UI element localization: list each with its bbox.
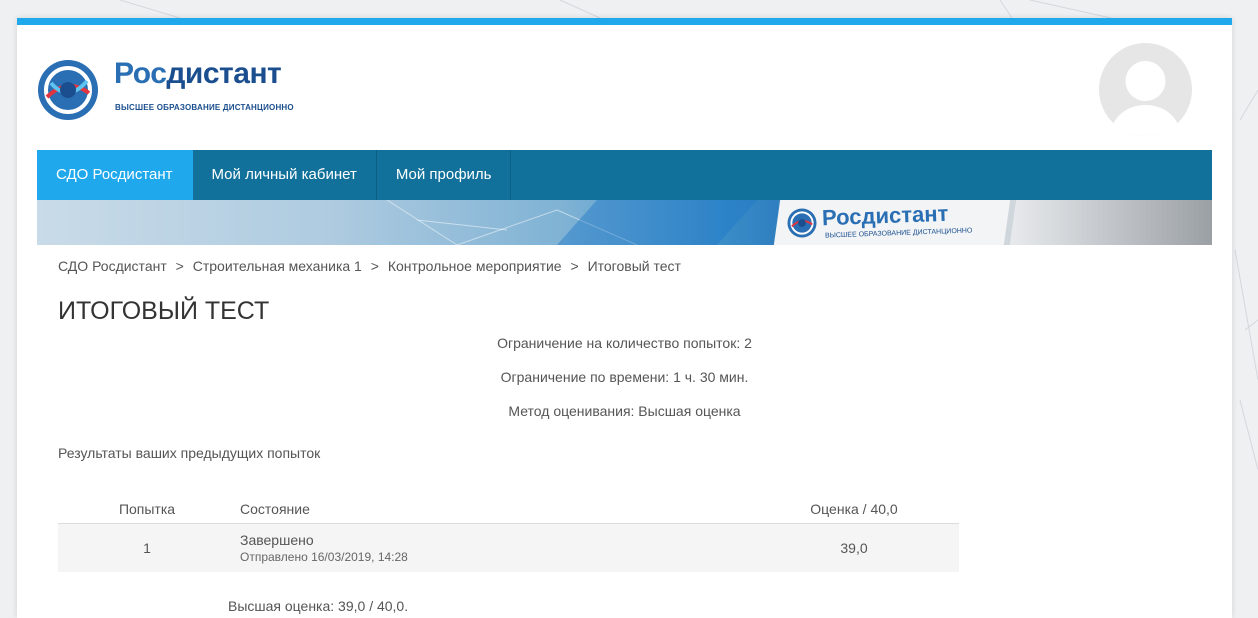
cell-grade: 39,0	[749, 523, 959, 572]
rosdistant-logo-icon	[38, 60, 98, 120]
breadcrumb-separator: >	[570, 258, 579, 274]
page-container: Росдистант высшее образование дистанцион…	[17, 18, 1232, 618]
breadcrumb-home[interactable]: СДО Росдистант	[58, 258, 167, 274]
breadcrumb-section[interactable]: Контрольное мероприятие	[388, 258, 562, 274]
table-header-row: Попытка Состояние Оценка / 40,0	[58, 495, 959, 524]
nav-item-home[interactable]: СДО Росдистант	[37, 150, 193, 200]
user-icon	[1111, 61, 1180, 136]
banner-logo-icon	[787, 208, 817, 238]
best-grade: Высшая оценка: 39,0 / 40,0.	[228, 598, 409, 614]
main-navbar: СДО Росдистант Мой личный кабинет Мой пр…	[37, 150, 1212, 200]
grading-method: Метод оценивания: Высшая оценка	[508, 403, 741, 419]
site-logo[interactable]: Росдистант высшее образование дистанцион…	[37, 55, 337, 125]
results-label: Результаты ваших предыдущих попыток	[58, 445, 321, 461]
attempts-limit: Ограничение на количество попыток: 2	[497, 335, 752, 351]
state-status: Завершено	[240, 532, 314, 548]
header-grade: Оценка / 40,0	[749, 495, 959, 524]
attempts-table: Попытка Состояние Оценка / 40,0 1 Заверш…	[58, 495, 959, 572]
cell-attempt: 1	[58, 523, 236, 572]
page-title: Итоговый тест	[58, 297, 270, 325]
nav-item-dashboard[interactable]: Мой личный кабинет	[193, 150, 377, 200]
nav-item-profile[interactable]: Мой профиль	[377, 150, 512, 200]
header-banner: Росдистант высшее образование дистанцион…	[37, 200, 1212, 245]
breadcrumb-current[interactable]: Итоговый тест	[588, 258, 681, 274]
banner-brand: Росдистант	[821, 200, 949, 231]
state-submitted: Отправлено 16/03/2019, 14:28	[240, 550, 408, 564]
breadcrumb-course[interactable]: Строительная механика 1	[193, 258, 362, 274]
breadcrumb-separator: >	[175, 258, 184, 274]
header-state: Состояние	[236, 495, 749, 524]
cell-state: Завершено Отправлено 16/03/2019, 14:28	[236, 523, 749, 572]
brand-name: Росдистант	[114, 57, 282, 90]
breadcrumb: СДО Росдистант > Строительная механика 1…	[58, 258, 681, 274]
time-limit: Ограничение по времени: 1 ч. 30 мин.	[500, 369, 749, 385]
header-attempt: Попытка	[58, 495, 236, 524]
table-row: 1 Завершено Отправлено 16/03/2019, 14:28…	[58, 523, 959, 572]
brand-tagline: высшее образование дистанционно	[115, 103, 294, 112]
banner-graphic	[386, 200, 757, 245]
user-avatar[interactable]	[1099, 43, 1192, 136]
breadcrumb-separator: >	[370, 258, 379, 274]
